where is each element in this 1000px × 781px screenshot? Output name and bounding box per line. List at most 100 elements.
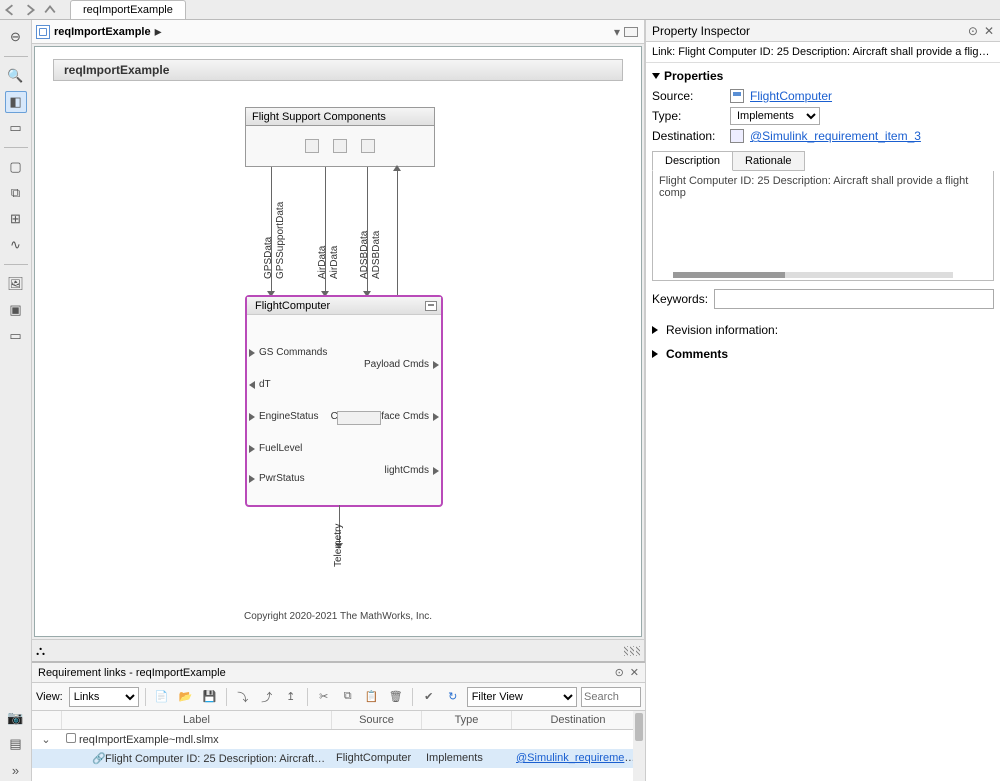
- flight-computer-block[interactable]: FlightComputer GS Commands dT EngineStat…: [245, 295, 443, 507]
- delete-icon[interactable]: 🗑: [386, 687, 406, 707]
- view-select[interactable]: Links: [69, 687, 139, 707]
- breadcrumb-root[interactable]: reqImportExample: [54, 26, 151, 38]
- table-row-selected[interactable]: 🔗Flight Computer ID: 25 Description: Air…: [32, 749, 645, 768]
- table-row[interactable]: ⌄ reqImportExample~mdl.slmx: [32, 730, 645, 749]
- copy-icon[interactable]: ⧉: [338, 687, 358, 707]
- hierarchy-icon[interactable]: ⛬: [36, 643, 45, 659]
- nav-back-icon[interactable]: [1, 1, 19, 19]
- model-browser-icon[interactable]: ⊞: [5, 208, 27, 230]
- model-title-text: reqImportExample: [64, 63, 169, 77]
- search-input[interactable]: [581, 687, 641, 707]
- port-payload-cmds[interactable]: Payload Cmds: [364, 359, 439, 370]
- record-icon[interactable]: ▤: [5, 733, 27, 755]
- port-light-cmds[interactable]: lightCmds: [385, 465, 439, 476]
- copyright-text: Copyright 2020-2021 The MathWorks, Inc.: [35, 611, 641, 622]
- minimize-icon[interactable]: ⊙: [615, 666, 624, 679]
- annotation-icon[interactable]: ▭: [5, 117, 27, 139]
- breadcrumb-arrow-icon[interactable]: ▸: [155, 23, 162, 40]
- model-canvas[interactable]: reqImportExample Flight Support Componen…: [34, 46, 642, 637]
- revision-section-header[interactable]: Revision information:: [646, 317, 1000, 341]
- source-block-icon: [730, 89, 744, 103]
- annotation-badge-icon[interactable]: [425, 301, 437, 311]
- image-icon[interactable]: 🖼: [5, 273, 27, 295]
- port-pwr-status[interactable]: PwrStatus: [249, 473, 305, 484]
- expand-icon[interactable]: »: [5, 759, 27, 781]
- port-dt[interactable]: dT: [249, 379, 271, 390]
- destination-link[interactable]: @Simulink_requirement_item_3: [516, 752, 645, 764]
- linkset-icon: [66, 733, 76, 743]
- tab-description[interactable]: Description: [652, 151, 733, 171]
- col-dest[interactable]: Destination: [512, 711, 645, 729]
- export-icon[interactable]: ⤴: [257, 687, 277, 707]
- editor-status-bar: ⛬: [32, 639, 644, 661]
- zoom-icon[interactable]: 🔍: [5, 65, 27, 87]
- nav-up-icon[interactable]: [41, 1, 59, 19]
- port-engine-status[interactable]: EngineStatus: [249, 411, 319, 422]
- fit-to-view-icon[interactable]: ◧: [5, 91, 27, 113]
- type-select[interactable]: Implements: [730, 107, 820, 125]
- save-icon[interactable]: 💾: [200, 687, 220, 707]
- close-icon[interactable]: ✕: [984, 24, 994, 38]
- type-label: Type:: [652, 109, 724, 123]
- keywords-label: Keywords:: [652, 292, 708, 306]
- cut-icon[interactable]: ✂: [314, 687, 334, 707]
- close-icon[interactable]: ✕: [630, 666, 639, 679]
- check-icon[interactable]: ✔: [419, 687, 439, 707]
- viewmark-icon[interactable]: ▭: [5, 325, 27, 347]
- col-source[interactable]: Source: [332, 711, 422, 729]
- window-controls-icon[interactable]: ▾: [614, 25, 620, 39]
- nav-forward-icon[interactable]: [21, 1, 39, 19]
- description-text-area[interactable]: Flight Computer ID: 25 Description: Airc…: [652, 171, 994, 281]
- minimize-icon[interactable]: ⊙: [968, 24, 978, 38]
- horizontal-scrollbar[interactable]: [673, 272, 953, 278]
- keywords-input[interactable]: [714, 289, 994, 309]
- refresh-icon[interactable]: ↻: [443, 687, 463, 707]
- col-type[interactable]: Type: [422, 711, 512, 729]
- port-fuel-level[interactable]: FuelLevel: [249, 443, 302, 454]
- promote-icon[interactable]: ↥: [281, 687, 301, 707]
- chevron-right-icon: [652, 326, 662, 334]
- signal-label: GPSSupportData: [275, 202, 286, 279]
- editor-tab-label: reqImportExample: [83, 4, 173, 16]
- chevron-down-icon: [652, 73, 660, 79]
- port-gs-commands[interactable]: GS Commands: [249, 347, 327, 358]
- left-toolbar: ⊖ 🔍 ◧ ▭ ▢ ⧉ ⊞ ∿ 🖼 ▣ ▭ 📷 ▤ »: [0, 20, 32, 781]
- link-icon: 🔗: [92, 752, 102, 762]
- signal-label: GPSData: [263, 237, 274, 279]
- editor-tab[interactable]: reqImportExample: [70, 0, 186, 19]
- destination-label: Destination:: [652, 129, 724, 143]
- resize-grip-icon[interactable]: [624, 646, 640, 656]
- area-icon[interactable]: ▣: [5, 299, 27, 321]
- source-label: Source:: [652, 89, 724, 103]
- fc-sub-block[interactable]: [337, 411, 381, 425]
- chevron-down-icon[interactable]: ⌄: [41, 734, 50, 746]
- destination-link[interactable]: @Simulink_requirement_item_3: [750, 129, 921, 143]
- col-label[interactable]: Label: [62, 711, 332, 729]
- link-summary-text: Link: Flight Computer ID: 25 Description…: [646, 42, 1000, 63]
- camera-icon[interactable]: 📷: [5, 707, 27, 729]
- new-icon[interactable]: 📄: [152, 687, 172, 707]
- fsc-body: [246, 126, 434, 166]
- pin-icon[interactable]: [624, 27, 638, 37]
- library-browser-icon[interactable]: ⧉: [5, 182, 27, 204]
- telemetry-label: Telemetry: [333, 524, 344, 567]
- req-grid[interactable]: Label Source Type Destination ⌄ reqImpor…: [32, 711, 645, 781]
- source-link[interactable]: FlightComputer: [750, 89, 832, 103]
- view-label: View:: [36, 691, 63, 703]
- flight-support-components-block[interactable]: Flight Support Components: [245, 107, 435, 167]
- fsc-sub-icon: [333, 139, 347, 153]
- signal-icon[interactable]: ∿: [5, 234, 27, 256]
- inspector-title: Property Inspector: [652, 24, 750, 38]
- comments-section-header[interactable]: Comments: [646, 341, 1000, 365]
- properties-section-header[interactable]: Properties: [646, 63, 1000, 87]
- box-icon[interactable]: ▢: [5, 156, 27, 178]
- model-icon: [36, 25, 50, 39]
- signal-arrow-icon: [393, 165, 401, 171]
- tab-rationale[interactable]: Rationale: [733, 151, 804, 171]
- paste-icon[interactable]: 📋: [362, 687, 382, 707]
- filter-select[interactable]: Filter View: [467, 687, 577, 707]
- vertical-scrollbar[interactable]: [633, 711, 645, 781]
- open-icon[interactable]: 📂: [176, 687, 196, 707]
- import-icon[interactable]: ⤵: [233, 687, 253, 707]
- hide-toolstrip-icon[interactable]: ⊖: [5, 26, 27, 48]
